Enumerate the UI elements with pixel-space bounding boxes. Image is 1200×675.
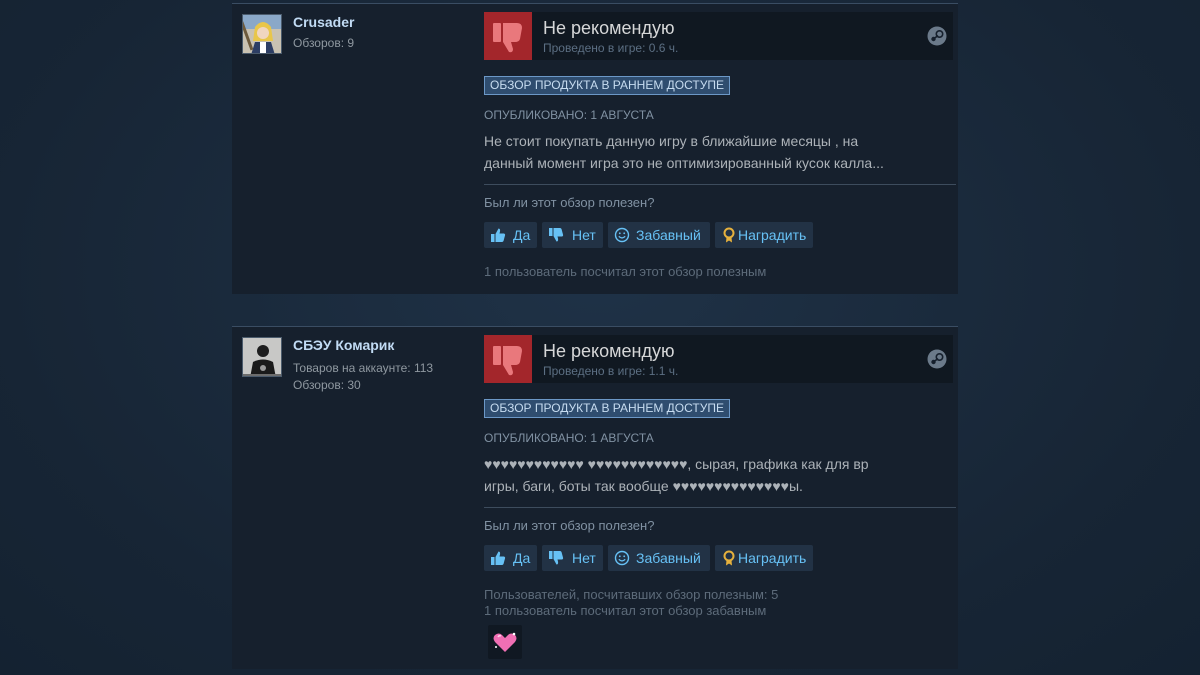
helpful-count: Пользователей, посчитавших обзор полезны…	[484, 587, 779, 602]
vote-yes-label: Да	[513, 550, 531, 566]
award-label: Наградить	[738, 550, 807, 566]
vote-no-label: Нет	[572, 227, 596, 243]
vote-funny-button[interactable]: Забавный	[608, 545, 710, 571]
posted-date: ОПУБЛИКОВАНО: 1 АВГУСТА	[484, 108, 654, 122]
thumbs-down-icon	[549, 551, 564, 565]
avatar[interactable]	[242, 337, 282, 377]
vote-header[interactable]: Не рекомендую Проведено в игре: 0.6 ч.	[484, 12, 953, 60]
vote-title: Не рекомендую	[543, 341, 675, 361]
award-button[interactable]: Наградить	[715, 222, 813, 248]
review-card: СБЭУ Комарик Товаров на аккаунте: 113 Об…	[232, 326, 958, 669]
review-card: Crusader Обзоров: 9 Не рекомендую Провед…	[232, 3, 958, 294]
vote-no-button[interactable]: Нет	[542, 545, 603, 571]
thumbs-up-icon	[491, 228, 506, 242]
steam-logo-icon	[927, 349, 947, 369]
helpful-question: Был ли этот обзор полезен?	[484, 518, 655, 533]
award-ribbon-icon	[723, 227, 735, 243]
review-body: Не стоит покупать данную игру в ближайши…	[484, 130, 949, 174]
vote-funny-label: Забавный	[636, 227, 701, 243]
author-name[interactable]: СБЭУ Комарик	[293, 337, 394, 353]
vote-title: Не рекомендую	[543, 18, 675, 38]
vote-yes-button[interactable]: Да	[484, 545, 537, 571]
award-button[interactable]: Наградить	[715, 545, 813, 571]
review-body: ♥♥♥♥♥♥♥♥♥♥♥♥ ♥♥♥♥♥♥♥♥♥♥♥♥, сырая, график…	[484, 453, 949, 497]
vote-no-button[interactable]: Нет	[542, 222, 603, 248]
smiley-icon	[614, 550, 630, 566]
heart-award-icon[interactable]	[488, 625, 522, 659]
vote-yes-label: Да	[513, 227, 531, 243]
vote-header[interactable]: Не рекомендую Проведено в игре: 1.1 ч.	[484, 335, 953, 383]
thumbs-down-icon	[484, 335, 532, 383]
early-access-badge: ОБЗОР ПРОДУКТА В РАННЕМ ДОСТУПЕ	[484, 76, 730, 95]
author-review-count[interactable]: Обзоров: 30	[293, 378, 361, 392]
author-review-count[interactable]: Обзоров: 9	[293, 36, 354, 50]
thumbs-down-icon	[484, 12, 532, 60]
vote-funny-button[interactable]: Забавный	[608, 222, 710, 248]
funny-count: 1 пользователь посчитал этот обзор забав…	[484, 603, 767, 618]
review-body-line: игры, баги, боты так вообще ♥♥♥♥♥♥♥♥♥♥♥♥…	[484, 478, 803, 494]
posted-date: ОПУБЛИКОВАНО: 1 АВГУСТА	[484, 431, 654, 445]
divider	[484, 184, 956, 185]
thumbs-up-icon	[491, 551, 506, 565]
vote-funny-label: Забавный	[636, 550, 701, 566]
review-body-line: данный момент игра это не оптимизированн…	[484, 155, 884, 171]
page: Crusader Обзоров: 9 Не рекомендую Провед…	[0, 0, 1200, 675]
early-access-badge: ОБЗОР ПРОДУКТА В РАННЕМ ДОСТУПЕ	[484, 399, 730, 418]
avatar[interactable]	[242, 14, 282, 54]
vote-no-label: Нет	[572, 550, 596, 566]
helpful-count: 1 пользователь посчитал этот обзор полез…	[484, 264, 767, 279]
author-name[interactable]: Crusader	[293, 14, 354, 30]
divider	[484, 507, 956, 508]
review-body-line: Не стоит покупать данную игру в ближайши…	[484, 133, 859, 149]
award-ribbon-icon	[723, 550, 735, 566]
vote-yes-button[interactable]: Да	[484, 222, 537, 248]
smiley-icon	[614, 227, 630, 243]
helpful-question: Был ли этот обзор полезен?	[484, 195, 655, 210]
playtime: Проведено в игре: 1.1 ч.	[543, 364, 679, 378]
thumbs-down-icon	[549, 228, 564, 242]
review-body-line: ♥♥♥♥♥♥♥♥♥♥♥♥ ♥♥♥♥♥♥♥♥♥♥♥♥, сырая, график…	[484, 456, 869, 472]
award-label: Наградить	[738, 227, 807, 243]
author-product-count[interactable]: Товаров на аккаунте: 113	[293, 361, 433, 375]
steam-logo-icon	[927, 26, 947, 46]
playtime: Проведено в игре: 0.6 ч.	[543, 41, 679, 55]
